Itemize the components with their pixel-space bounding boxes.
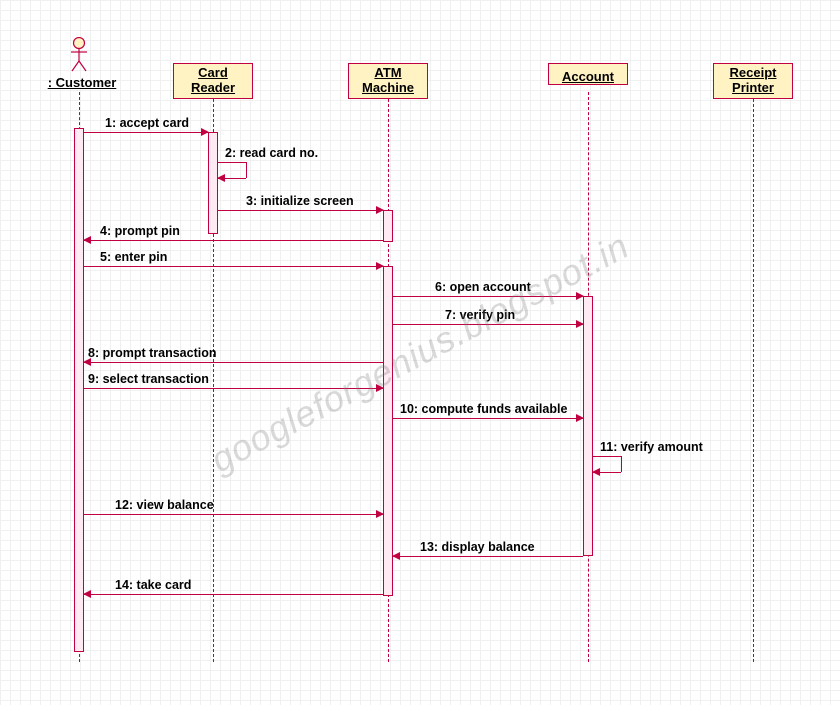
msg-1 [84, 132, 208, 133]
lifeline-receipt-printer: ReceiptPrinter [713, 63, 793, 99]
msg-10 [393, 418, 583, 419]
msg-7-label: 7: verify pin [445, 308, 515, 322]
msg-13 [393, 556, 583, 557]
msg-9 [84, 388, 383, 389]
lifeline-atm-machine: ATMMachine [348, 63, 428, 99]
msg-8 [84, 362, 383, 363]
msg-12 [84, 514, 383, 515]
msg-14-label: 14: take card [115, 578, 191, 592]
msg-5-label: 5: enter pin [100, 250, 167, 264]
msg-12-label: 12: view balance [115, 498, 214, 512]
activation-customer [74, 128, 84, 652]
msg-4-label: 4: prompt pin [100, 224, 180, 238]
msg-1-label: 1: accept card [105, 116, 189, 130]
msg-14 [84, 594, 383, 595]
msg-13-label: 13: display balance [420, 540, 535, 554]
activation-card-reader-1 [208, 132, 218, 234]
lifeline-account: Account [548, 63, 628, 85]
activation-account [583, 296, 593, 556]
msg-8-label: 8: prompt transaction [88, 346, 217, 360]
msg-6 [393, 296, 583, 297]
sequence-diagram-canvas: : Customer CardReader ATMMachine Account… [0, 0, 840, 705]
msg-6-label: 6: open account [435, 280, 531, 294]
msg-3 [218, 210, 383, 211]
msg-5 [84, 266, 383, 267]
lifeline-card-reader: CardReader [173, 63, 253, 99]
msg-7 [393, 324, 583, 325]
actor-icon [69, 37, 89, 73]
watermark: googleforgenius.blogspot.in [204, 224, 636, 480]
msg-9-label: 9: select transaction [88, 372, 209, 386]
lifeline-line-receipt-printer [753, 99, 754, 662]
msg-2-label: 2: read card no. [225, 146, 318, 160]
msg-4 [84, 240, 383, 241]
msg-3-label: 3: initialize screen [246, 194, 354, 208]
actor-name: : Customer [27, 75, 137, 90]
msg-10-label: 10: compute funds available [400, 402, 567, 416]
activation-atm-2 [383, 266, 393, 596]
msg-11-label: 11: verify amount [600, 440, 703, 454]
activation-atm-1 [383, 210, 393, 242]
